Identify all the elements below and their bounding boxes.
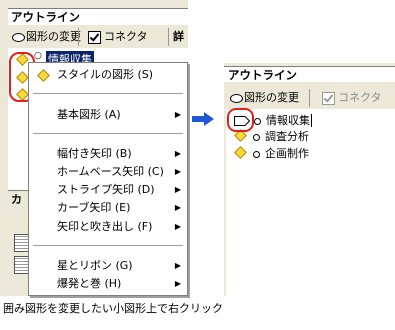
caption: 囲み図形を変更したい小図形上で右クリック: [3, 302, 223, 315]
right-outline-tree[interactable]: 情報収集​ 調査分析 企画制作: [226, 109, 395, 296]
outline-title: アウトライン: [224, 66, 395, 82]
menu-item-label: 矢印と吹き出し (F): [57, 220, 153, 233]
submenu-arrow-icon: ▶: [174, 110, 181, 119]
menu-item-basic-shapes[interactable]: 基本図形 (A) ▶: [29, 106, 187, 124]
bullet-icon: [253, 133, 260, 141]
toolbar-separator: [309, 89, 310, 107]
checkbox-icon: [88, 30, 101, 44]
connector-toggle[interactable]: コネクタ: [88, 29, 148, 45]
change-shape-button[interactable]: 図形の変更: [12, 29, 81, 45]
text-cursor: ​: [311, 114, 312, 127]
menu-item-arrow-callouts[interactable]: 矢印と吹き出し (F) ▶: [29, 218, 187, 236]
menu-item-label: スタイルの図形 (S): [57, 68, 154, 81]
menu-item-stars-ribbons[interactable]: 星とリボン (G) ▶: [29, 257, 187, 275]
menu-separator: [33, 133, 183, 134]
connector-label: コネクタ: [338, 91, 382, 104]
submenu-arrow-icon: ▶: [174, 167, 181, 176]
diamond-shape-icon: [37, 69, 50, 82]
menu-item-pentagon-arrows[interactable]: ホームベース矢印 (C) ▶: [29, 163, 187, 181]
outline-title: アウトライン: [8, 8, 188, 25]
change-shape-label: 図形の変更: [244, 91, 299, 104]
left-toolbar: 図形の変更 コネクタ 詳: [8, 26, 188, 48]
submenu-arrow-icon: ▶: [174, 149, 181, 158]
outline-item-label: 企画制作: [265, 147, 309, 160]
bullet-icon: ○: [34, 51, 42, 61]
submenu-arrow-icon: ▶: [174, 261, 181, 270]
submenu-arrow-icon: ▶: [174, 279, 181, 288]
outline-item-label: 調査分析: [265, 130, 309, 143]
checkbox-icon: [322, 91, 335, 105]
menu-item-label: カーブ矢印 (E): [57, 201, 131, 214]
connector-label: コネクタ: [104, 30, 148, 43]
right-outline-panel: アウトライン 図形の変更 コネクタ 情報収集​ 調査分析 企画制作: [224, 63, 395, 296]
bullet-icon: [253, 150, 260, 158]
oval-icon: [230, 93, 243, 103]
context-menu: スタイルの図形 (S) 基本図形 (A) ▶ 幅付き矢印 (B) ▶ ホームベー…: [28, 62, 188, 296]
menu-item-striped-arrows[interactable]: ストライプ矢印 (D) ▶: [29, 181, 187, 199]
menu-item-label: 基本図形 (A): [57, 108, 121, 121]
menu-item-label: ホームベース矢印 (C): [57, 165, 164, 178]
right-toolbar: 図形の変更 コネクタ: [224, 87, 395, 109]
diamond-shape-icon: [234, 146, 247, 159]
menu-item-explosions-scrolls[interactable]: 爆発と巻 (H) ▶: [29, 275, 187, 293]
outline-item-label: 情報収集: [266, 114, 310, 127]
outline-item[interactable]: 企画制作: [234, 146, 309, 162]
menu-item-curved-arrows[interactable]: カーブ矢印 (E) ▶: [29, 199, 187, 217]
bullet-icon: [254, 117, 261, 125]
menu-item-label: 星とリボン (G): [57, 259, 133, 272]
submenu-arrow-icon: ▶: [174, 185, 181, 194]
menu-item-label: ストライプ矢印 (D): [57, 183, 155, 196]
highlight-circle: [227, 108, 254, 132]
menu-separator: [33, 245, 183, 246]
menu-separator: [33, 93, 183, 94]
submenu-arrow-icon: ▶: [174, 222, 181, 231]
toolbar-separator: [78, 28, 79, 46]
details-button[interactable]: 詳: [173, 29, 184, 45]
change-shape-label: 図形の変更: [26, 30, 81, 43]
oval-icon: [12, 32, 25, 42]
toolbar-separator: [168, 28, 169, 46]
menu-item-label: 幅付き矢印 (B): [57, 147, 132, 160]
menu-item-style-shape[interactable]: スタイルの図形 (S): [29, 66, 187, 84]
menu-item-label: 爆発と巻 (H): [57, 277, 122, 290]
connector-toggle[interactable]: コネクタ: [322, 90, 382, 106]
change-shape-button[interactable]: 図形の変更: [230, 90, 299, 106]
menu-item-block-arrows[interactable]: 幅付き矢印 (B) ▶: [29, 145, 187, 163]
submenu-arrow-icon: ▶: [174, 203, 181, 212]
right-arrow-icon: [192, 112, 214, 126]
